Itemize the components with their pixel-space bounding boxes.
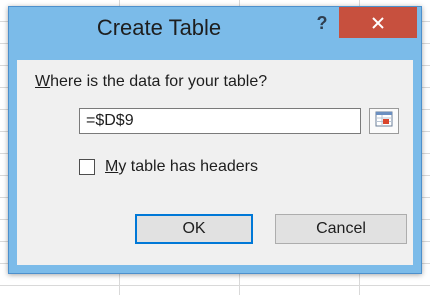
- headers-mnemonic: M: [105, 158, 119, 175]
- prompt-text: here is the data for your table?: [50, 73, 268, 90]
- dialog-title: Create Table: [96, 15, 222, 40]
- prompt-mnemonic: W: [35, 73, 51, 90]
- dialog-body: Where is the data for your table? My tab…: [17, 60, 413, 265]
- close-button[interactable]: [339, 7, 417, 38]
- headers-checkbox-row[interactable]: My table has headers: [79, 158, 258, 176]
- collapse-dialog-button[interactable]: [369, 108, 399, 134]
- close-icon: [372, 16, 384, 29]
- headers-checkbox-label[interactable]: My table has headers: [105, 158, 258, 176]
- ok-button[interactable]: OK: [135, 214, 253, 244]
- create-table-dialog: Create Table ? Where is the data for you…: [8, 6, 422, 274]
- range-input[interactable]: [79, 108, 361, 134]
- cancel-button[interactable]: Cancel: [275, 214, 407, 244]
- collapse-dialog-icon: [375, 111, 393, 132]
- help-button[interactable]: ?: [311, 13, 333, 34]
- range-prompt-label: Where is the data for your table?: [35, 73, 267, 91]
- headers-checkbox[interactable]: [79, 159, 95, 175]
- headers-label-text: y table has headers: [118, 158, 258, 175]
